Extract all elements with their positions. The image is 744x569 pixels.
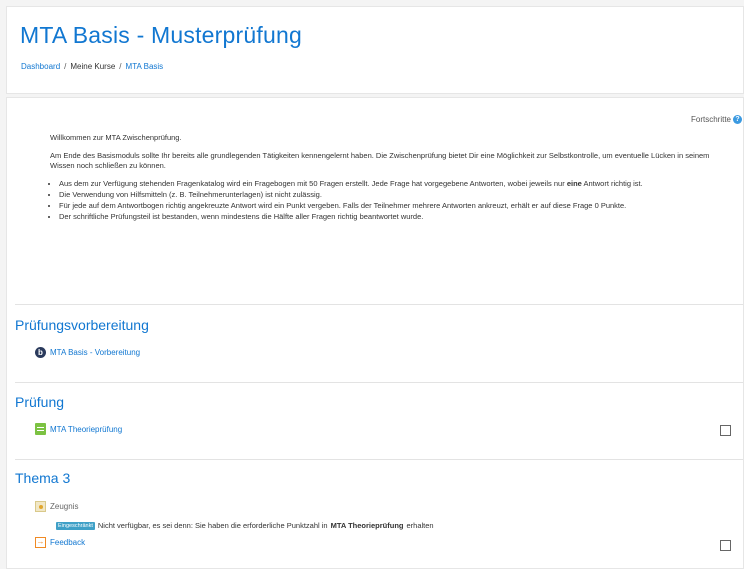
restriction-info: Eingeschränkt Nicht verfügbar, es sei de… — [56, 521, 434, 530]
welcome-text: Willkommen zur MTA Zwischenprüfung. — [50, 133, 182, 142]
section-title-exam[interactable]: Prüfung — [15, 394, 64, 410]
bigbluebutton-icon: b — [35, 347, 46, 358]
activity-exam[interactable]: MTA Theorieprüfung — [35, 423, 122, 435]
rule-item: Die Verwendung von Hilfsmitteln (z. B. T… — [59, 190, 710, 200]
breadcrumb-course[interactable]: MTA Basis — [126, 62, 164, 71]
course-content: Fortschritte ? Willkommen zur MTA Zwisch… — [6, 97, 744, 569]
page-header: MTA Basis - Musterprüfung Dashboard / Mein… — [6, 6, 744, 94]
rule-item: Aus dem zur Verfügung stehenden Fragenka… — [59, 179, 710, 189]
question-circle-icon[interactable]: ? — [733, 115, 742, 124]
breadcrumb-separator: / — [119, 62, 122, 71]
restriction-text: Nicht verfügbar, es sei denn: Sie haben … — [97, 521, 328, 530]
feedback-icon: → — [35, 537, 46, 548]
activity-certificate: Zeugnis — [35, 501, 78, 512]
activity-prep-link[interactable]: MTA Basis - Vorbereitung — [50, 348, 140, 357]
activity-feedback[interactable]: → Feedback — [35, 537, 85, 548]
completion-checkbox[interactable] — [720, 540, 731, 551]
section-divider — [15, 459, 743, 460]
rules-list: Aus dem zur Verfügung stehenden Fragenka… — [50, 179, 710, 222]
rule-text: Antwort richtig ist. — [581, 179, 643, 188]
breadcrumb-dashboard[interactable]: Dashboard — [21, 62, 60, 71]
course-summary: Willkommen zur MTA Zwischenprüfung. Am E… — [50, 133, 710, 223]
rule-item: Für jede auf dem Antwortbogen richtig an… — [59, 201, 710, 211]
section-title-topic3[interactable]: Thema 3 — [15, 470, 70, 486]
rule-text: Aus dem zur Verfügung stehenden Fragenka… — [59, 179, 567, 188]
page-title: MTA Basis - Musterprüfung — [20, 22, 302, 48]
breadcrumb: Dashboard / Meine Kurse / MTA Basis — [21, 62, 163, 71]
section-divider — [15, 382, 743, 383]
restricted-badge: Eingeschränkt — [56, 521, 95, 530]
activity-prep[interactable]: b MTA Basis - Vorbereitung — [35, 347, 140, 358]
breadcrumb-separator: / — [64, 62, 67, 71]
completion-checkbox[interactable] — [720, 425, 731, 436]
section-title-prep[interactable]: Prüfungsvorbereitung — [15, 317, 149, 333]
rule-item: Der schriftliche Prüfungsteil ist bestan… — [59, 212, 710, 222]
restriction-quiz-name: MTA Theorieprüfung — [330, 521, 404, 530]
breadcrumb-my-courses[interactable]: Meine Kurse — [70, 62, 115, 71]
section-divider — [15, 304, 743, 305]
restriction-text-end: erhalten — [406, 521, 434, 530]
progress-label: Fortschritte — [690, 115, 731, 124]
progress-info[interactable]: Fortschritte ? — [691, 115, 742, 124]
certificate-icon — [35, 501, 46, 512]
activity-exam-link[interactable]: MTA Theorieprüfung — [50, 425, 122, 434]
quiz-icon — [35, 423, 46, 435]
activity-certificate-label: Zeugnis — [50, 502, 79, 511]
intro-paragraph: Am Ende des Basismoduls sollte Ihr berei… — [50, 151, 710, 170]
activity-feedback-link[interactable]: Feedback — [50, 538, 85, 547]
rule-bold: eine — [566, 179, 582, 188]
